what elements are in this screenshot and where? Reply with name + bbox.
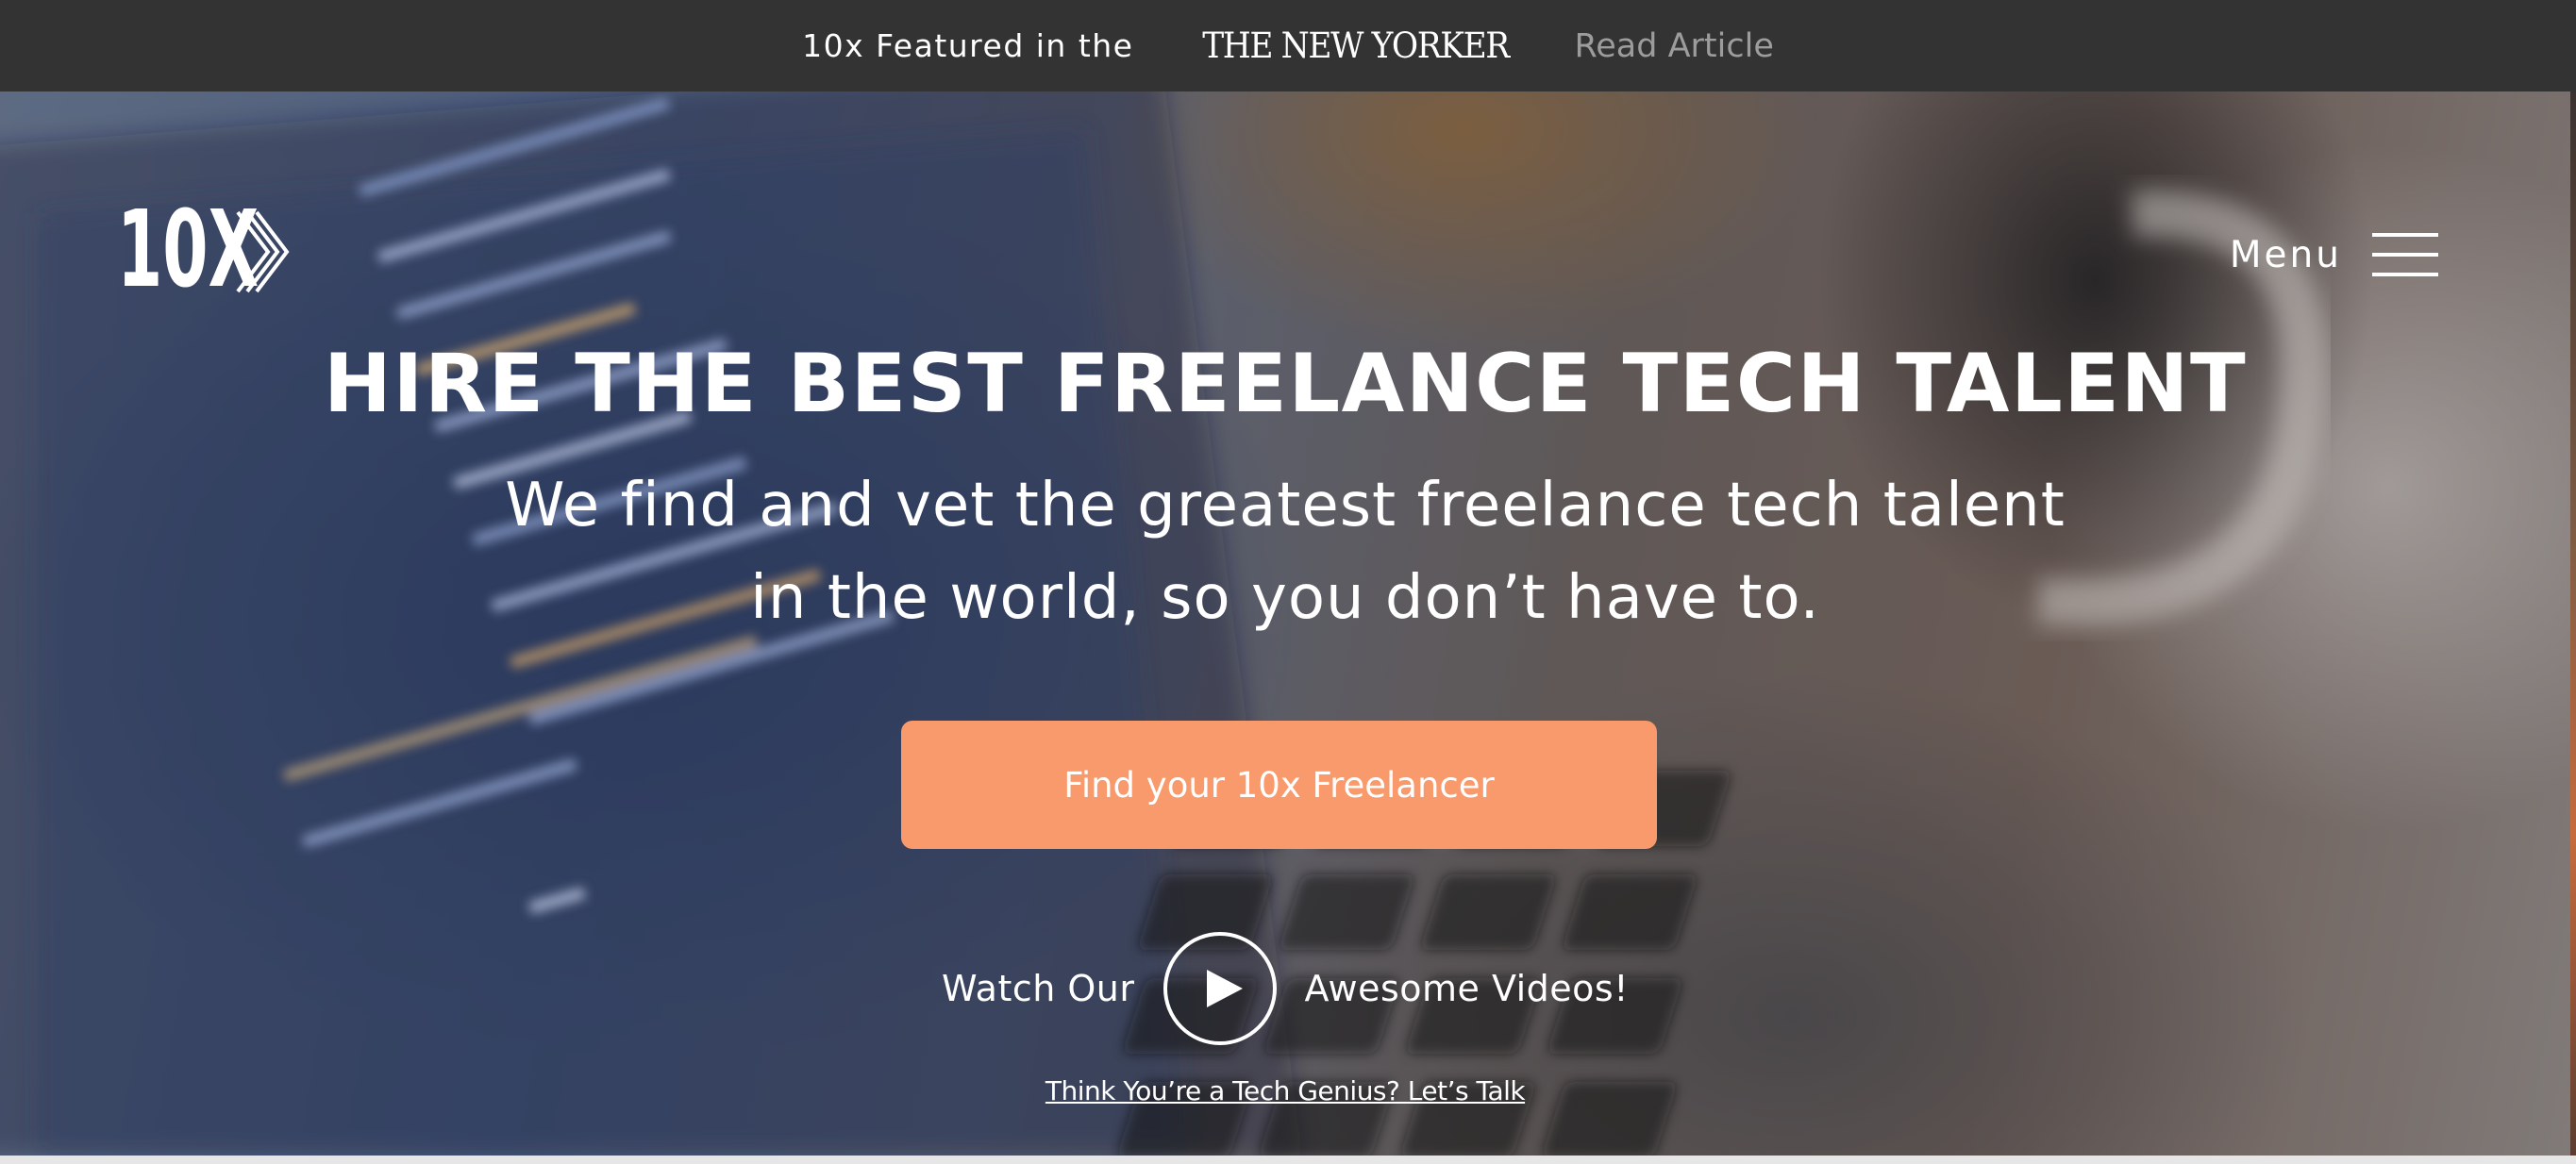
watch-videos-row: Watch Our Awesome Videos! [0,929,2570,1048]
read-article-link[interactable]: Read Article [1575,27,1774,65]
announcement-bar: 10x Featured in the THE NEW YORKER Read … [0,0,2576,91]
hamburger-menu-icon[interactable] [2372,233,2438,276]
menu-label: Menu [2229,233,2342,276]
logo-text: 10X [117,195,259,308]
adjacent-window-edge [2570,91,2576,1156]
logo-10x[interactable]: 10X [117,195,296,308]
hero-subheadline: We find and vet the greatest freelance t… [0,459,2570,644]
play-icon [1206,970,1243,1007]
play-video-button[interactable] [1163,932,1277,1045]
awesome-videos-label: Awesome Videos! [1304,968,1629,1009]
tech-genius-link[interactable]: Think You’re a Tech Genius? Let’s Talk [0,1075,2570,1106]
new-yorker-logo: THE NEW YORKER [1201,25,1510,66]
hero-headline: HIRE THE BEST FREELANCE TECH TALENT [323,337,2248,431]
subheadline-line-2: in the world, so you don’t have to. [750,563,1820,633]
watch-our-label: Watch Our [942,968,1135,1009]
bottom-strip [0,1156,2576,1164]
subheadline-line-1: We find and vet the greatest freelance t… [505,471,2066,540]
hero-section: 10X Menu HIRE THE BEST FREELANCE TECH TA… [0,91,2570,1156]
find-freelancer-button[interactable]: Find your 10x Freelancer [901,721,1657,849]
menu-button[interactable]: Menu [2230,233,2438,276]
featured-text: 10x Featured in the [802,27,1134,64]
